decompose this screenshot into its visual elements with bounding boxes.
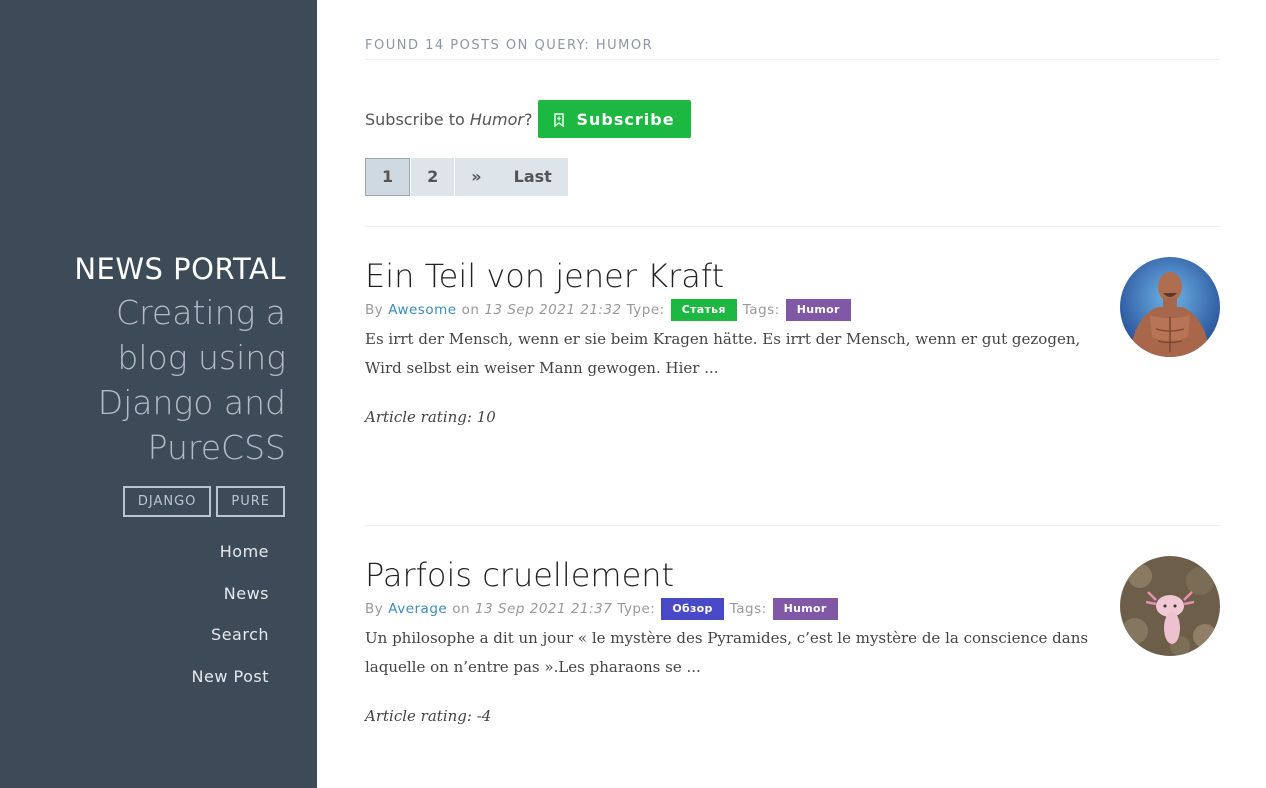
post-by: By xyxy=(365,601,384,617)
post-tags-label: Tags: xyxy=(729,601,767,617)
sidebar-nav: Home News Search New Post xyxy=(192,537,269,703)
post-rating: Article rating: -4 xyxy=(365,707,492,725)
post-tags-label: Tags: xyxy=(742,302,780,318)
nav-search[interactable]: Search xyxy=(192,620,269,662)
subscribe-suffix: ? xyxy=(523,109,533,129)
subscribe-prefix: Subscribe to xyxy=(365,109,465,129)
brand: NEWS PORTAL Creating a blog using Django… xyxy=(46,253,286,470)
post-tag-badge[interactable]: Humor xyxy=(772,598,838,620)
axolotl-avatar xyxy=(1120,556,1220,656)
bookmark-icon xyxy=(554,112,565,128)
post-title[interactable]: Parfois cruellement xyxy=(365,556,1220,594)
post-by: By xyxy=(365,302,384,318)
page-next[interactable]: » xyxy=(455,158,498,196)
post-item: Ein Teil von jener Kraft By Awesome on 1… xyxy=(365,257,1220,426)
page-2[interactable]: 2 xyxy=(411,158,455,196)
sidebar-tags: DJANGO PURE xyxy=(122,486,285,517)
post-date: 13 Sep 2021 21:32 xyxy=(484,302,622,318)
subscribe-topic: Humor xyxy=(469,109,524,129)
nav-home[interactable]: Home xyxy=(192,537,269,579)
post-type-badge[interactable]: Статья xyxy=(670,299,737,321)
post-rating: Article rating: 10 xyxy=(365,408,496,426)
post-meta: By Awesome on 13 Sep 2021 21:32 Type: Ст… xyxy=(365,299,1220,321)
post-type-badge[interactable]: Обзор xyxy=(661,598,724,620)
sidebar-tag-pure[interactable]: PURE xyxy=(216,486,285,517)
divider xyxy=(365,525,1220,526)
subscribe-button-label: Subscribe xyxy=(576,109,675,129)
post-type-label: Type: xyxy=(617,601,656,617)
query-header: FOUND 14 POSTS ON QUERY: HUMOR xyxy=(365,38,1220,60)
nav-news[interactable]: News xyxy=(192,579,269,621)
post-excerpt: Es irrt der Mensch, wenn er sie beim Kra… xyxy=(365,330,1081,377)
post-author[interactable]: Awesome xyxy=(388,302,456,318)
pagination: 1 2 » Last xyxy=(365,158,568,196)
post-on: on xyxy=(452,601,471,617)
post-title[interactable]: Ein Teil von jener Kraft xyxy=(365,257,1220,295)
post-meta: By Average on 13 Sep 2021 21:37 Type: Об… xyxy=(365,598,1220,620)
post-date: 13 Sep 2021 21:37 xyxy=(475,601,613,617)
sidebar-tag-django[interactable]: DJANGO xyxy=(122,486,212,517)
divider xyxy=(365,226,1220,227)
nav-new-post[interactable]: New Post xyxy=(192,662,269,704)
muscular-man-avatar xyxy=(1120,257,1220,357)
brand-tagline: Creating a blog using Django and PureCSS xyxy=(97,292,286,467)
page-last[interactable]: Last xyxy=(497,158,568,196)
post-type-label: Type: xyxy=(626,302,665,318)
post-item: Parfois cruellement By Average on 13 Sep… xyxy=(365,556,1220,725)
page-1[interactable]: 1 xyxy=(365,158,411,196)
post-on: on xyxy=(461,302,480,318)
subscribe-button[interactable]: Subscribe xyxy=(538,100,691,138)
subscribe-row: Subscribe to Humor? Subscribe xyxy=(365,100,691,138)
brand-title[interactable]: NEWS PORTAL xyxy=(46,253,286,286)
post-author[interactable]: Average xyxy=(388,601,447,617)
sidebar: NEWS PORTAL Creating a blog using Django… xyxy=(0,0,317,788)
post-excerpt: Un philosophe a dit un jour « le mystère… xyxy=(365,629,1089,676)
post-tag-badge[interactable]: Humor xyxy=(785,299,851,321)
